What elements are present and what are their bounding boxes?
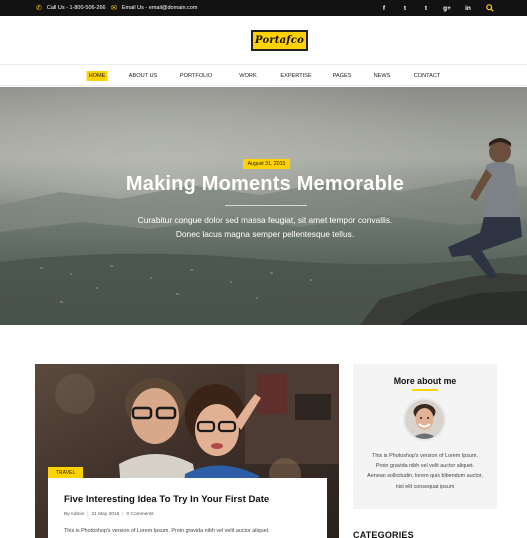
site-logo[interactable]: Portafco (251, 30, 308, 51)
phone-contact[interactable]: ✆ Call Us - 1-800-506-266 (36, 0, 106, 16)
about-me-title: More about me (393, 376, 457, 386)
about-me-line: nisi elit consequat ipsum (395, 483, 455, 490)
post-author[interactable]: By Admin (64, 512, 84, 517)
hero-banner: August 31, 2015 Making Moments Memorable… (0, 87, 527, 325)
top-bar: ✆ Call Us - 1-800-506-266 ✉ Email Us - e… (0, 0, 527, 16)
nav-item-news[interactable]: NEWS (372, 71, 393, 81)
hero-subtitle-line: Donec lacus magna semper pellentesque te… (175, 229, 355, 239)
main-navigation: HOME ABOUT US PORTFOLIO WORK EXPERTISE P… (0, 66, 527, 86)
phone-icon: ✆ (36, 4, 42, 12)
twitter-icon[interactable]: t (400, 0, 410, 16)
avatar (403, 398, 446, 441)
nav-item-work[interactable]: WORK (237, 71, 258, 81)
categories-title: CATEGORIES (353, 530, 414, 538)
post-excerpt: This is Photoshop's version of Lorem Ips… (64, 528, 270, 534)
post-category-tag[interactable]: TRAVEL (48, 467, 83, 478)
nav-item-about-us[interactable]: ABOUT US (127, 71, 160, 81)
hero-title: Making Moments Memorable (125, 173, 405, 195)
search-icon[interactable] (485, 0, 495, 16)
hero-subtitle: Curabitur congue dolor sed massa feugiat… (0, 213, 527, 241)
about-me-text: This is Photoshop's version of Lorem Ips… (353, 451, 497, 492)
nav-item-expertise[interactable]: EXPERTISE (278, 71, 313, 81)
nav-item-home[interactable]: HOME (86, 71, 108, 81)
post-date: 21 May 2016 (91, 512, 120, 517)
hero-divider (225, 205, 307, 206)
about-me-line: This is Photoshop's version of Lorem Ips… (372, 453, 478, 459)
hero-background-image (0, 87, 527, 325)
email-contact[interactable]: ✉ Email Us - email@domain.com (111, 0, 197, 16)
email-text: Email Us - email@domain.com (121, 5, 198, 11)
nav-item-pages[interactable]: PAGES (331, 71, 354, 81)
google-plus-icon[interactable]: g+ (442, 0, 452, 16)
about-me-line: Proin gravida nibh vel velit auctor aliq… (375, 463, 475, 470)
about-me-underline (412, 389, 438, 391)
nav-item-contact[interactable]: CONTACT (412, 71, 443, 81)
facebook-icon[interactable]: f (379, 0, 389, 16)
post-comments[interactable]: 0 Comments (127, 512, 154, 517)
post-title[interactable]: Five Interesting Idea To Try In Your Fir… (64, 494, 269, 505)
tumblr-icon[interactable]: t (421, 0, 431, 16)
post-meta: By Admin | 21 May 2016 | 0 Comments (64, 512, 154, 517)
phone-text: Call Us - 1-800-506-266 (46, 5, 106, 11)
about-me-line: Aenean sollicitudin, lorem quis bibendum… (367, 473, 483, 480)
nav-item-portfolio[interactable]: PORTFOLIO (178, 71, 214, 81)
hero-subtitle-line: Curabitur congue dolor sed massa feugiat… (137, 215, 393, 225)
envelope-icon: ✉ (111, 4, 117, 12)
hero-date-badge: August 31, 2015 (243, 159, 290, 169)
linkedin-icon[interactable]: in (463, 0, 473, 16)
